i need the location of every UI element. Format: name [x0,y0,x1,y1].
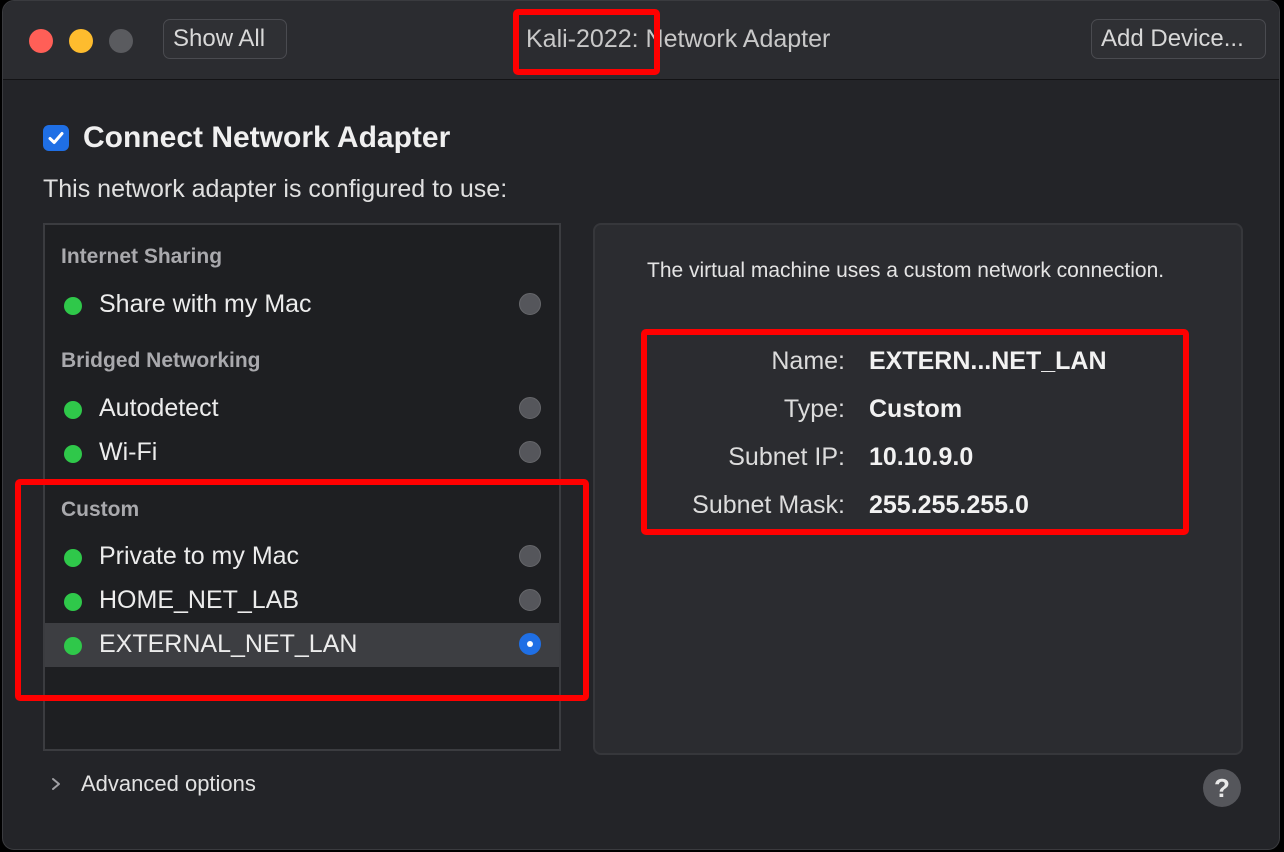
status-dot-icon [64,593,82,611]
radio-button[interactable] [519,545,541,567]
option-label: EXTERNAL_NET_LAN [99,630,358,658]
option-private-to-my-mac[interactable]: Private to my Mac [45,535,559,579]
detail-key: Subnet Mask: [692,491,845,519]
detail-key: Name: [771,347,845,375]
detail-value: 255.255.255.0 [869,491,1029,519]
status-dot-icon [64,549,82,567]
option-label: Share with my Mac [99,290,312,318]
detail-subnet-ip-row: Subnet IP: 10.10.9.0 [595,443,1235,483]
checkmark-icon [48,132,64,144]
show-all-button[interactable]: Show All [163,19,287,59]
option-label: Autodetect [99,394,219,422]
zoom-window-button[interactable] [109,29,133,53]
advanced-options-disclosure[interactable]: Advanced options [49,771,256,797]
status-dot-icon [64,637,82,655]
window-title: Kali-2022: Network Adapter [526,25,831,53]
connection-detail-panel: The virtual machine uses a custom networ… [593,223,1243,755]
option-share-with-my-mac[interactable]: Share with my Mac [45,283,559,327]
detail-description: The virtual machine uses a custom networ… [647,259,1165,282]
radio-button-selected[interactable] [519,633,541,655]
advanced-options-label: Advanced options [81,771,256,796]
minimize-window-button[interactable] [69,29,93,53]
option-autodetect[interactable]: Autodetect [45,387,559,431]
detail-key: Subnet IP: [728,443,845,471]
detail-name-row: Name: EXTERN...NET_LAN [595,347,1235,387]
radio-button[interactable] [519,441,541,463]
radio-button[interactable] [519,397,541,419]
section-heading-internet-sharing: Internet Sharing [61,245,223,268]
connect-network-adapter-row[interactable]: Connect Network Adapter [43,121,450,155]
status-dot-icon [64,445,82,463]
add-device-button[interactable]: Add Device... [1091,19,1266,59]
option-home-net-lab[interactable]: HOME_NET_LAB [45,579,559,623]
detail-key: Type: [783,395,845,423]
option-wifi[interactable]: Wi-Fi [45,431,559,475]
network-source-list: Internet Sharing Share with my Mac Bridg… [43,223,561,751]
detail-value: 10.10.9.0 [869,443,974,471]
option-label: HOME_NET_LAB [99,586,300,614]
connect-checkbox[interactable] [43,125,69,151]
status-dot-icon [64,297,82,315]
connect-label: Connect Network Adapter [83,121,451,154]
radio-button[interactable] [519,589,541,611]
chevron-right-icon [52,778,60,790]
help-button[interactable]: ? [1203,769,1241,807]
detail-value: Custom [869,395,963,423]
section-heading-custom: Custom [61,498,140,521]
option-label: Private to my Mac [99,542,300,570]
status-dot-icon [64,401,82,419]
detail-value: EXTERN...NET_LAN [869,347,1107,375]
titlebar: Show All Kali-2022: Network Adapter Add … [3,1,1279,80]
close-window-button[interactable] [29,29,53,53]
option-external-net-lan[interactable]: EXTERNAL_NET_LAN [45,623,559,667]
radio-button[interactable] [519,293,541,315]
network-adapter-window: Show All Kali-2022: Network Adapter Add … [2,0,1280,850]
detail-subnet-mask-row: Subnet Mask: 255.255.255.0 [595,491,1235,531]
detail-type-row: Type: Custom [595,395,1235,435]
section-heading-bridged: Bridged Networking [61,349,261,372]
configured-caption: This network adapter is configured to us… [43,175,508,203]
option-label: Wi-Fi [99,438,158,466]
